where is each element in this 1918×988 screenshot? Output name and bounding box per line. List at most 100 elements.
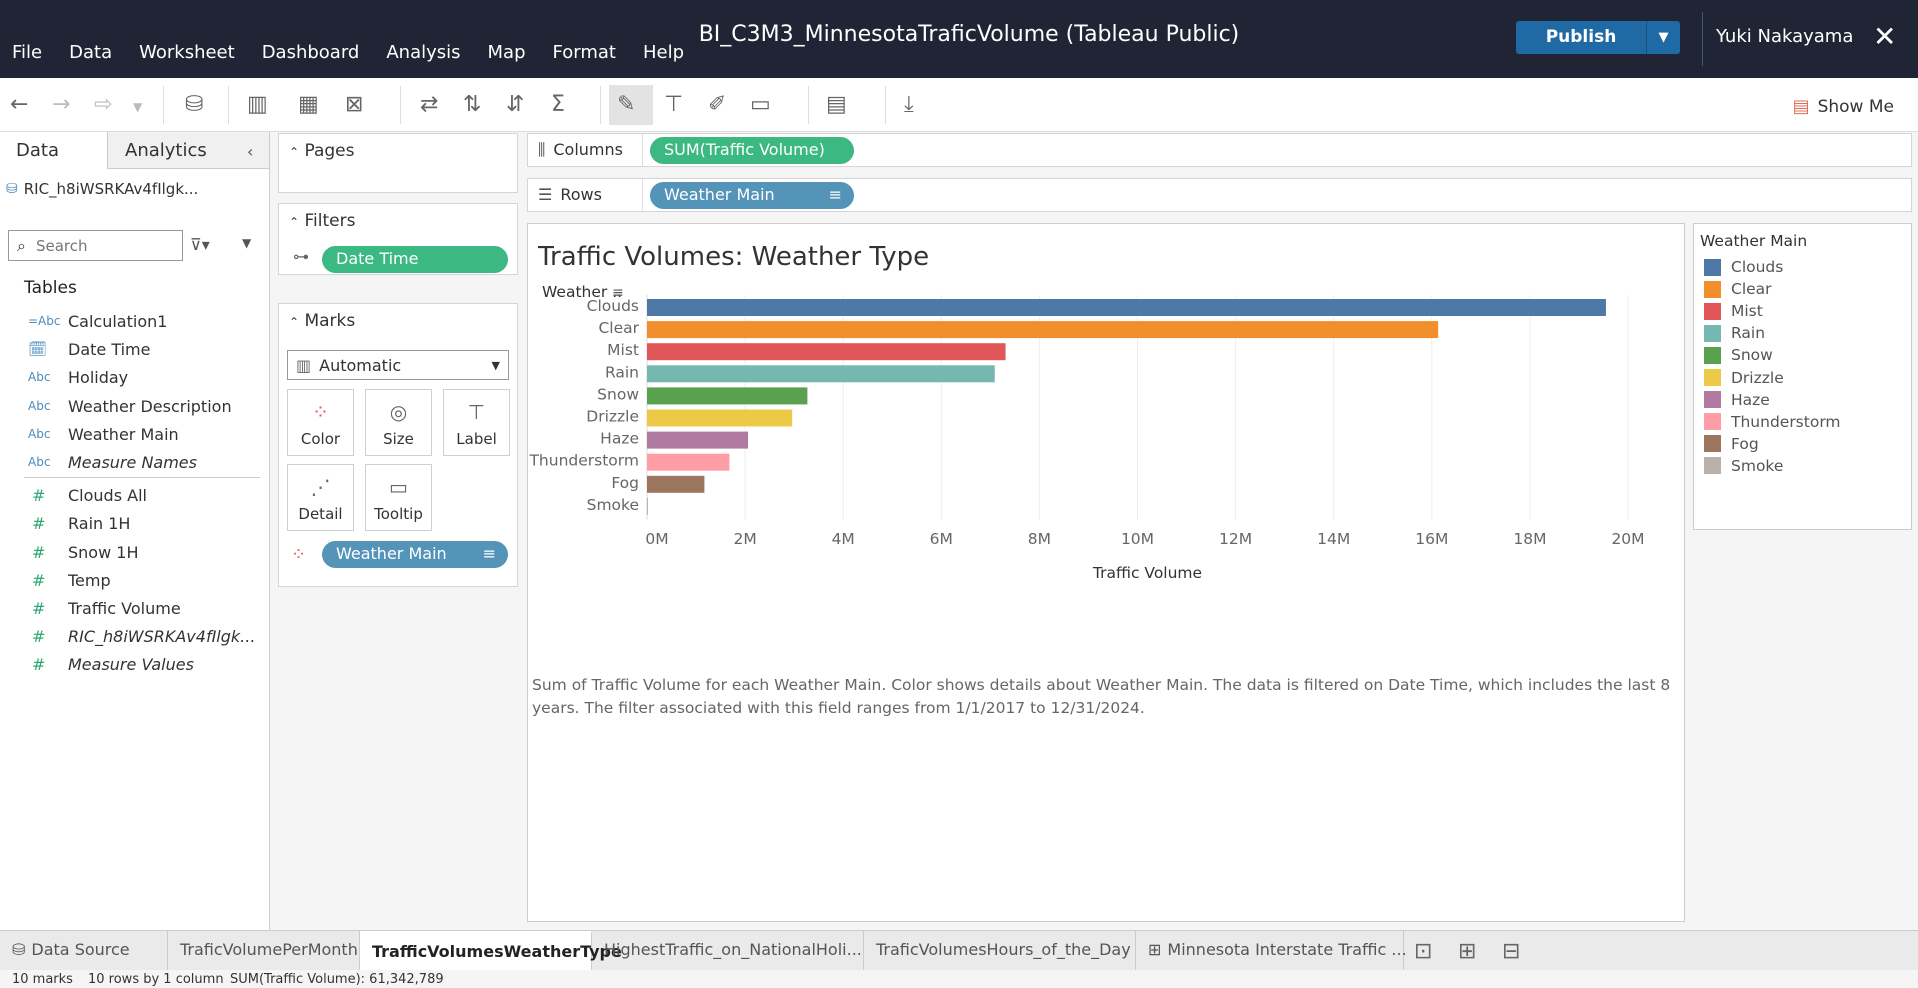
dashboard-icon: ⊞ [1148, 940, 1162, 959]
menu-map[interactable]: Map [488, 42, 526, 63]
filter-pill-date-time[interactable]: Date Time [322, 246, 508, 273]
field-item[interactable]: Abc Holiday [0, 364, 268, 390]
tab-data-source[interactable]: ⛁ Data Source [0, 931, 168, 971]
menu-worksheet[interactable]: Worksheet [139, 42, 235, 63]
new-datasource-icon[interactable]: ⛁ [185, 92, 203, 117]
rows-pill-weather-main[interactable]: Weather Main ≡ [650, 182, 854, 209]
user-name[interactable]: Yuki Nakayama [1716, 26, 1853, 47]
tab-sheet[interactable]: TraficVolumesHours_of_the_Day [864, 931, 1136, 971]
replay-icon[interactable]: ⇨ [94, 92, 112, 117]
undo-icon[interactable]: ← [10, 92, 28, 117]
close-icon[interactable]: ✕ [1873, 20, 1896, 53]
legend-item[interactable]: Snow [1704, 346, 1773, 364]
marks-card[interactable]: ⌃ Marks ▥ Automatic ▼ ⁘ Color ◎ Size ⊤ Labe… [278, 303, 518, 587]
menu-help[interactable]: Help [643, 42, 684, 63]
columns-shelf[interactable]: ⫼ Columns SUM(Traffic Volume) [527, 133, 1912, 167]
new-story-icon[interactable]: ⊟ [1502, 939, 1520, 964]
chevron-up-icon[interactable]: ⌃ [289, 315, 299, 329]
columns-pill-sum-traffic-volume[interactable]: SUM(Traffic Volume) [650, 137, 854, 164]
tab-sheet-active[interactable]: TrafficVolumesWeatherType [360, 931, 622, 971]
collapse-icon[interactable]: ‹ [247, 142, 253, 161]
field-item[interactable]: # Rain 1H [0, 510, 268, 536]
date-icon: 🗓 [28, 340, 48, 358]
divider [1702, 12, 1703, 66]
clear-sheet-icon[interactable]: ⊠ [345, 92, 363, 117]
legend-item[interactable]: Drizzle [1704, 369, 1784, 387]
field-item[interactable]: =Abc Calculation1 [0, 308, 268, 334]
fit-icon[interactable]: ▭ [750, 92, 771, 117]
chevron-up-icon[interactable]: ⌃ [289, 215, 299, 229]
new-worksheet-icon[interactable]: ▥ [247, 92, 268, 117]
tab-sheet[interactable]: TraficVolumePerMonth [168, 931, 360, 971]
menu-dashboard[interactable]: Dashboard [262, 42, 360, 63]
bar [647, 497, 648, 515]
pages-card[interactable]: ⌃ Pages [278, 133, 518, 193]
field-item[interactable]: 🗓 Date Time [0, 336, 268, 362]
highlight-icon[interactable]: ✎ [617, 92, 635, 117]
duplicate-sheet-icon[interactable]: ▦ [298, 92, 319, 117]
detail-button[interactable]: ⋰ Detail [287, 464, 354, 531]
publish-dropdown-icon[interactable]: ▼ [1646, 21, 1680, 54]
legend-item[interactable]: Clouds [1704, 258, 1783, 276]
totals-icon[interactable]: Σ [551, 92, 565, 117]
category-label: Mist [607, 341, 639, 359]
swap-rows-columns-icon[interactable]: ⇄ [420, 92, 438, 117]
publish-label[interactable]: Publish [1516, 21, 1646, 54]
rows-shelf[interactable]: ☰ Rows Weather Main ≡ [527, 178, 1912, 212]
tab-data[interactable]: Data [0, 132, 107, 169]
label-button[interactable]: ⊤ Label [443, 389, 510, 456]
tooltip-button[interactable]: ▭ Tooltip [365, 464, 432, 531]
format-icon[interactable]: ✐ [708, 92, 726, 117]
number-icon: # [32, 654, 46, 674]
filters-title: Filters [304, 211, 356, 231]
redo-icon[interactable]: → [52, 92, 70, 117]
field-item[interactable]: Abc Weather Description [0, 393, 268, 419]
replay-dropdown-icon[interactable]: ▼ [133, 100, 142, 114]
chevron-up-icon[interactable]: ⌃ [289, 145, 299, 159]
menu-analysis[interactable]: Analysis [386, 42, 460, 63]
color-legend[interactable]: Weather Main Clouds Clear Mist Rain Snow Driz… [1693, 223, 1912, 530]
field-item[interactable]: # Clouds All [0, 482, 268, 508]
field-item[interactable]: # Traffic Volume [0, 595, 268, 621]
color-pill-weather-main[interactable]: Weather Main ≡ [322, 541, 508, 568]
search-box[interactable]: ⌕ [8, 230, 183, 261]
datasource-item[interactable]: ⛁ RIC_h8iWSRKAv4fIlgk... [6, 180, 198, 198]
filters-card[interactable]: ⌃ Filters ⊶ Date Time [278, 203, 518, 275]
tab-sheet[interactable]: HighestTraffic_on_NationalHoli... [592, 931, 864, 971]
legend-item[interactable]: Rain [1704, 324, 1765, 342]
pill-label: Weather Main [664, 185, 775, 204]
field-item[interactable]: Abc Weather Main [0, 421, 268, 447]
mark-type-select[interactable]: ▥ Automatic ▼ [287, 350, 509, 380]
menu-data[interactable]: Data [69, 42, 112, 63]
new-worksheet-icon[interactable]: ⊡ [1414, 939, 1432, 964]
legend-item[interactable]: Thunderstorm [1704, 413, 1841, 431]
field-item[interactable]: # Snow 1H [0, 539, 268, 565]
download-icon[interactable]: ⤓ [904, 92, 914, 117]
search-input[interactable] [35, 236, 156, 255]
show-labels-icon[interactable]: ⊤ [664, 92, 683, 117]
legend-item[interactable]: Mist [1704, 302, 1763, 320]
legend-item[interactable]: Fog [1704, 435, 1759, 453]
calc-string-icon: =Abc [28, 314, 61, 328]
presentation-icon[interactable]: ▤ [826, 92, 847, 117]
field-item[interactable]: # Temp [0, 567, 268, 593]
menu-file[interactable]: File [12, 42, 42, 63]
new-dashboard-icon[interactable]: ⊞ [1458, 939, 1476, 964]
legend-item[interactable]: Smoke [1704, 457, 1783, 475]
field-item[interactable]: # Measure Values [0, 651, 268, 677]
sort-ascending-icon[interactable]: ⇅ [463, 92, 481, 117]
legend-item[interactable]: Clear [1704, 280, 1772, 298]
menu-format[interactable]: Format [553, 42, 616, 63]
tab-dashboard[interactable]: ⊞ Minnesota Interstate Traffic ... [1136, 931, 1407, 971]
pane-menu-icon[interactable]: ▼ [242, 236, 251, 250]
legend-item[interactable]: Haze [1704, 391, 1770, 409]
tab-analytics[interactable]: Analytics [107, 132, 269, 169]
filter-fields-icon[interactable]: ⊽▾ [190, 235, 210, 254]
show-me-button[interactable]: ▤ Show Me [1793, 96, 1894, 117]
color-button[interactable]: ⁘ Color [287, 389, 354, 456]
size-button[interactable]: ◎ Size [365, 389, 432, 456]
field-item[interactable]: # RIC_h8iWSRKAv4fIlgk... [0, 623, 268, 649]
publish-button[interactable]: Publish ▼ [1516, 21, 1680, 54]
sort-descending-icon[interactable]: ⇵ [506, 92, 524, 117]
field-item[interactable]: Abc Measure Names [0, 449, 268, 475]
